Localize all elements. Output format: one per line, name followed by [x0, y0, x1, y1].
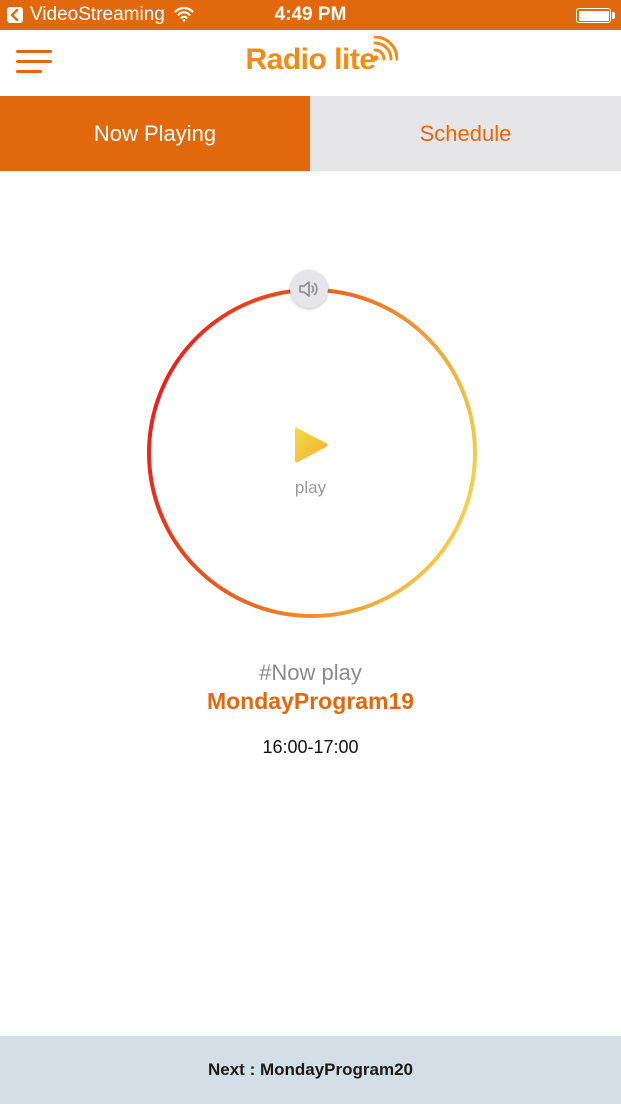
app-header: Radio lite	[0, 30, 621, 96]
broadcast-signal-icon	[372, 35, 398, 67]
next-program-label: Next : MondayProgram20	[208, 1060, 413, 1079]
app-logo: Radio lite	[0, 35, 621, 78]
play-label[interactable]: play	[0, 478, 621, 498]
battery-tip	[612, 12, 615, 19]
current-program-name: MondayProgram19	[206, 688, 415, 714]
tab-bar: Now Playing Schedule	[0, 96, 621, 171]
speaker-icon[interactable]	[290, 270, 328, 308]
next-program-bar[interactable]: Next : MondayProgram20	[0, 1036, 621, 1104]
tab-schedule[interactable]: Schedule	[310, 96, 621, 171]
current-program-time: 16:00-17:00	[262, 737, 359, 757]
status-time: 4:49 PM	[274, 4, 347, 25]
now-play-label: #Now play	[259, 660, 362, 685]
battery-level	[578, 10, 609, 21]
app-screen: VideoStreaming 4:49 PM Radio lite Now Pl…	[0, 0, 621, 1104]
status-bar: VideoStreaming 4:49 PM	[0, 0, 621, 30]
logo-text: Radio lite	[245, 43, 376, 76]
player-panel: play #Now play MondayProgram19 16:00-17:…	[0, 171, 621, 871]
battery-icon	[576, 8, 611, 23]
tab-now-playing[interactable]: Now Playing	[0, 96, 310, 171]
play-icon[interactable]	[292, 424, 332, 466]
